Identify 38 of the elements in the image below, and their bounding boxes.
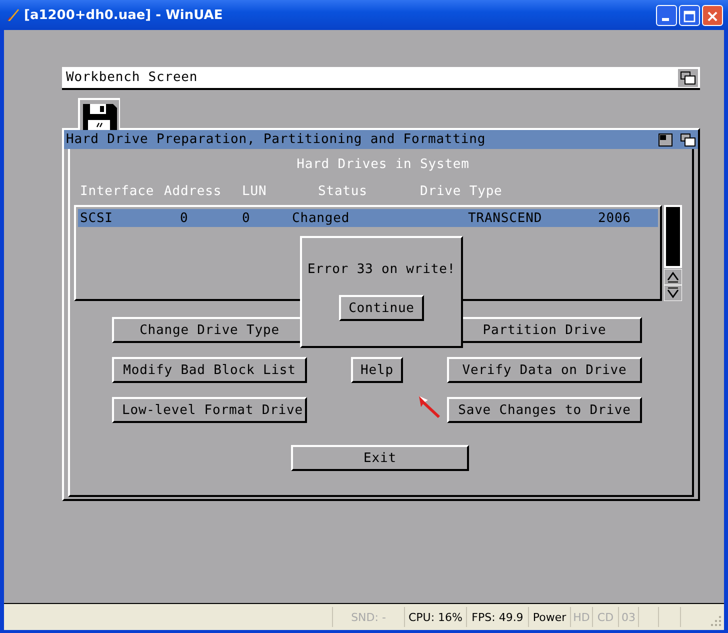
resize-grip-icon[interactable]: [710, 615, 722, 627]
scroll-up-icon[interactable]: [664, 269, 682, 285]
action-button[interactable]: Low-level Format Drive: [112, 397, 307, 423]
status-field: CD: [592, 607, 618, 627]
column-header: Status: [318, 184, 368, 199]
scroll-down-icon[interactable]: [664, 285, 682, 301]
status-field: Power: [528, 607, 570, 627]
maximize-button[interactable]: [679, 4, 700, 26]
drive-row[interactable]: SCSI 0 0 Changed TRANSCEND 2006: [78, 209, 658, 227]
error-message: Error 33 on write!: [307, 262, 456, 277]
mouse-pointer-icon: [418, 395, 442, 419]
status-field: SND: -: [332, 607, 404, 627]
status-field: FPS: 49.9: [466, 607, 528, 627]
status-field: CPU: 16%: [404, 607, 466, 627]
depth-gadget-icon[interactable]: [678, 68, 698, 86]
continue-button[interactable]: Continue: [338, 295, 424, 321]
app-logo-icon: [6, 8, 20, 22]
action-button[interactable]: Modify Bad Block List: [112, 357, 307, 383]
status-field: HD: [570, 607, 592, 627]
minimize-button[interactable]: [656, 4, 677, 26]
action-button[interactable]: Verify Data on Drive: [447, 357, 642, 383]
column-header: Drive Type: [420, 184, 504, 199]
depth-gadget-icon[interactable]: [678, 130, 698, 148]
exit-button[interactable]: Exit: [291, 445, 469, 471]
window-title: [a1200+dh0.uae] - WinUAE: [24, 8, 223, 22]
column-header: LUN: [242, 184, 268, 199]
scrollbar-thumb[interactable]: [664, 205, 682, 268]
screen-title: Workbench Screen: [66, 70, 198, 85]
action-button[interactable]: Save Changes to Drive: [447, 397, 642, 423]
help-button[interactable]: Help: [350, 357, 404, 383]
section-heading: Hard Drives in System: [296, 157, 470, 172]
column-header: Interface: [80, 184, 156, 199]
status-field: 03: [618, 607, 638, 627]
dialog-title: Hard Drive Preparation, Partitioning and Formatting: [66, 132, 486, 147]
column-header: Address: [164, 184, 223, 199]
floppy-disk-icon[interactable]: [78, 98, 120, 130]
minimize-icon: [662, 18, 669, 20]
close-button[interactable]: [702, 4, 723, 26]
